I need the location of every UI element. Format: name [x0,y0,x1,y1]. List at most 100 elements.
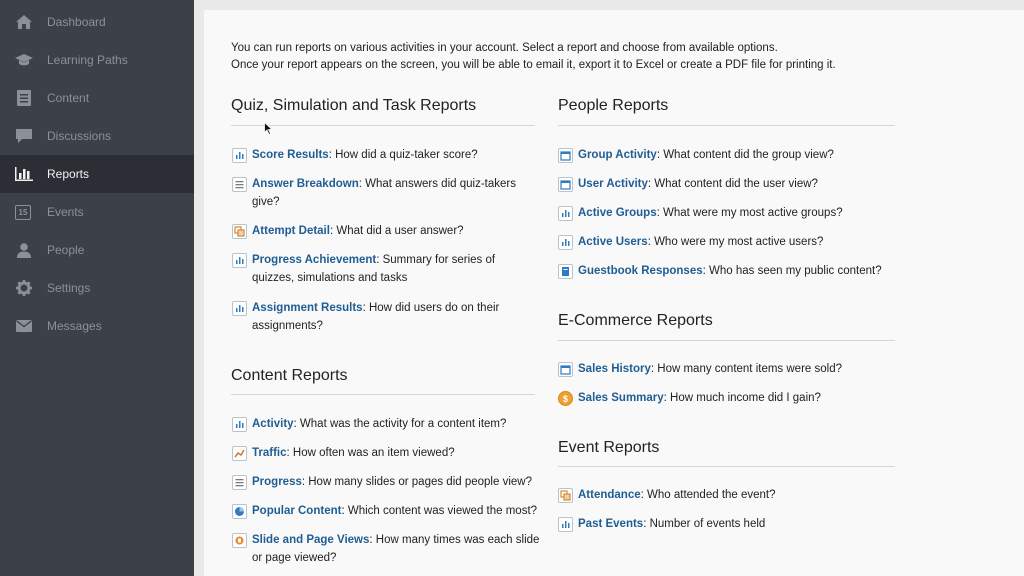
report-attempt-detail[interactable]: Attempt Detail: What did a user answer? [232,222,538,240]
sidebar-item-label: Content [47,91,90,105]
report-sales-summary[interactable]: $ Sales Summary: How much income did I g… [558,389,898,407]
report-guestbook-responses[interactable]: Guestbook Responses: Who has seen my pub… [558,262,898,280]
report-link[interactable]: Active Users [578,236,648,248]
sidebar-item-discussions[interactable]: Discussions [0,117,194,155]
report-description: : Which content was viewed the most? [341,505,538,517]
sidebar-item-label: Settings [47,281,91,295]
sidebar: Dashboard Learning Paths Content Discuss… [0,0,194,576]
sidebar-item-label: Events [47,205,84,219]
sidebar-item-content[interactable]: Content [0,79,194,117]
report-link[interactable]: Score Results [252,149,329,161]
chat-icon [15,128,33,144]
report-link[interactable]: Sales Summary [578,392,664,404]
report-user-activity[interactable]: User Activity: What content did the user… [558,175,898,193]
bar-chart-icon [232,301,247,316]
report-score-results[interactable]: Score Results: How did a quiz-taker scor… [232,146,538,164]
attendance-icon [558,488,573,503]
report-description: : How did a quiz-taker score? [328,149,478,161]
report-description: : What was the activity for a content it… [293,418,507,430]
bar-chart-icon [15,166,33,182]
report-description: : Who has seen my public content? [702,265,882,277]
svg-text:$: $ [563,394,568,404]
attempt-detail-icon [232,224,247,239]
report-past-events[interactable]: Past Events: Number of events held [558,515,898,533]
calendar-report-icon [558,362,573,377]
sidebar-item-label: Dashboard [47,15,106,29]
report-link[interactable]: Attendance [578,489,641,501]
sidebar-item-label: Discussions [47,129,112,143]
dollar-icon: $ [558,391,573,406]
pie-chart-icon [232,504,247,519]
report-progress-achievement[interactable]: Progress Achievement: Summary for series… [232,251,538,287]
envelope-icon [15,318,33,334]
report-answer-breakdown[interactable]: Answer Breakdown: What answers did quiz-… [232,175,522,211]
sidebar-item-settings[interactable]: Settings [0,269,194,307]
sidebar-item-label: Messages [47,319,102,333]
sidebar-item-label: Learning Paths [47,53,128,67]
report-link[interactable]: Answer Breakdown [252,178,359,190]
intro-text: You can run reports on various activitie… [231,40,836,74]
report-active-groups[interactable]: Active Groups: What were my most active … [558,204,898,222]
gear-icon [15,280,33,296]
report-link[interactable]: Guestbook Responses [578,265,703,277]
sidebar-item-dashboard[interactable]: Dashboard [0,3,194,41]
divider [558,125,895,126]
calendar-report-icon [558,177,573,192]
report-popular-content[interactable]: Popular Content: Which content was viewe… [232,502,538,520]
document-icon [15,90,33,106]
sidebar-item-messages[interactable]: Messages [0,307,194,345]
report-link[interactable]: Slide and Page Views [252,534,369,546]
list-icon [232,177,247,192]
sidebar-item-learning-paths[interactable]: Learning Paths [0,41,194,79]
report-link[interactable]: Active Groups [578,207,657,219]
report-link[interactable]: Activity [252,418,294,430]
report-activity[interactable]: Activity: What was the activity for a co… [232,415,538,433]
report-assignment-results[interactable]: Assignment Results: How did users do on … [232,299,512,335]
report-group-activity[interactable]: Group Activity: What content did the gro… [558,146,898,164]
bar-chart-icon [558,235,573,250]
report-link[interactable]: Traffic [252,447,287,459]
sidebar-item-reports[interactable]: Reports [0,155,194,193]
guestbook-icon [558,264,573,279]
sidebar-item-events[interactable]: 15 Events [0,193,194,231]
report-description: : What content did the user view? [647,178,818,190]
report-description: : How often was an item viewed? [286,447,455,459]
report-link[interactable]: Past Events [578,518,643,530]
report-description: : How much income did I gain? [663,392,821,404]
trend-line-icon [232,446,247,461]
slide-views-icon [232,533,247,548]
report-link[interactable]: Sales History [578,363,651,375]
report-sales-history[interactable]: Sales History: How many content items we… [558,360,898,378]
graduation-cap-icon [15,52,33,68]
report-link[interactable]: Popular Content [252,505,341,517]
person-icon [15,242,33,258]
report-description: : How many content items were sold? [650,363,842,375]
content-reports-title: Content Reports [231,367,348,384]
report-link[interactable]: Group Activity [578,149,657,161]
report-link[interactable]: Progress [252,476,302,488]
report-progress[interactable]: Progress: How many slides or pages did p… [232,473,538,491]
sidebar-item-label: People [47,243,85,257]
report-link[interactable]: Attempt Detail [252,225,330,237]
divider [558,340,895,341]
report-slide-and-page-views[interactable]: Slide and Page Views: How many times was… [232,531,542,567]
bar-chart-icon [558,206,573,221]
report-attendance[interactable]: Attendance: Who attended the event? [558,486,898,504]
report-description: : What content did the group view? [656,149,834,161]
calendar-icon: 15 [15,204,31,220]
bar-chart-icon [558,517,573,532]
list-icon [232,475,247,490]
report-link[interactable]: User Activity [578,178,648,190]
people-reports-title: People Reports [558,97,669,114]
sidebar-item-people[interactable]: People [0,231,194,269]
divider [231,125,535,126]
report-active-users[interactable]: Active Users: Who were my most active us… [558,233,898,251]
divider [231,394,535,395]
calendar-report-icon [558,148,573,163]
report-traffic[interactable]: Traffic: How often was an item viewed? [232,444,538,462]
home-icon [15,14,33,30]
divider [558,466,895,467]
intro-line-2: Once your report appears on the screen, … [231,59,836,71]
report-link[interactable]: Progress Achievement [252,254,376,266]
report-link[interactable]: Assignment Results [252,302,363,314]
